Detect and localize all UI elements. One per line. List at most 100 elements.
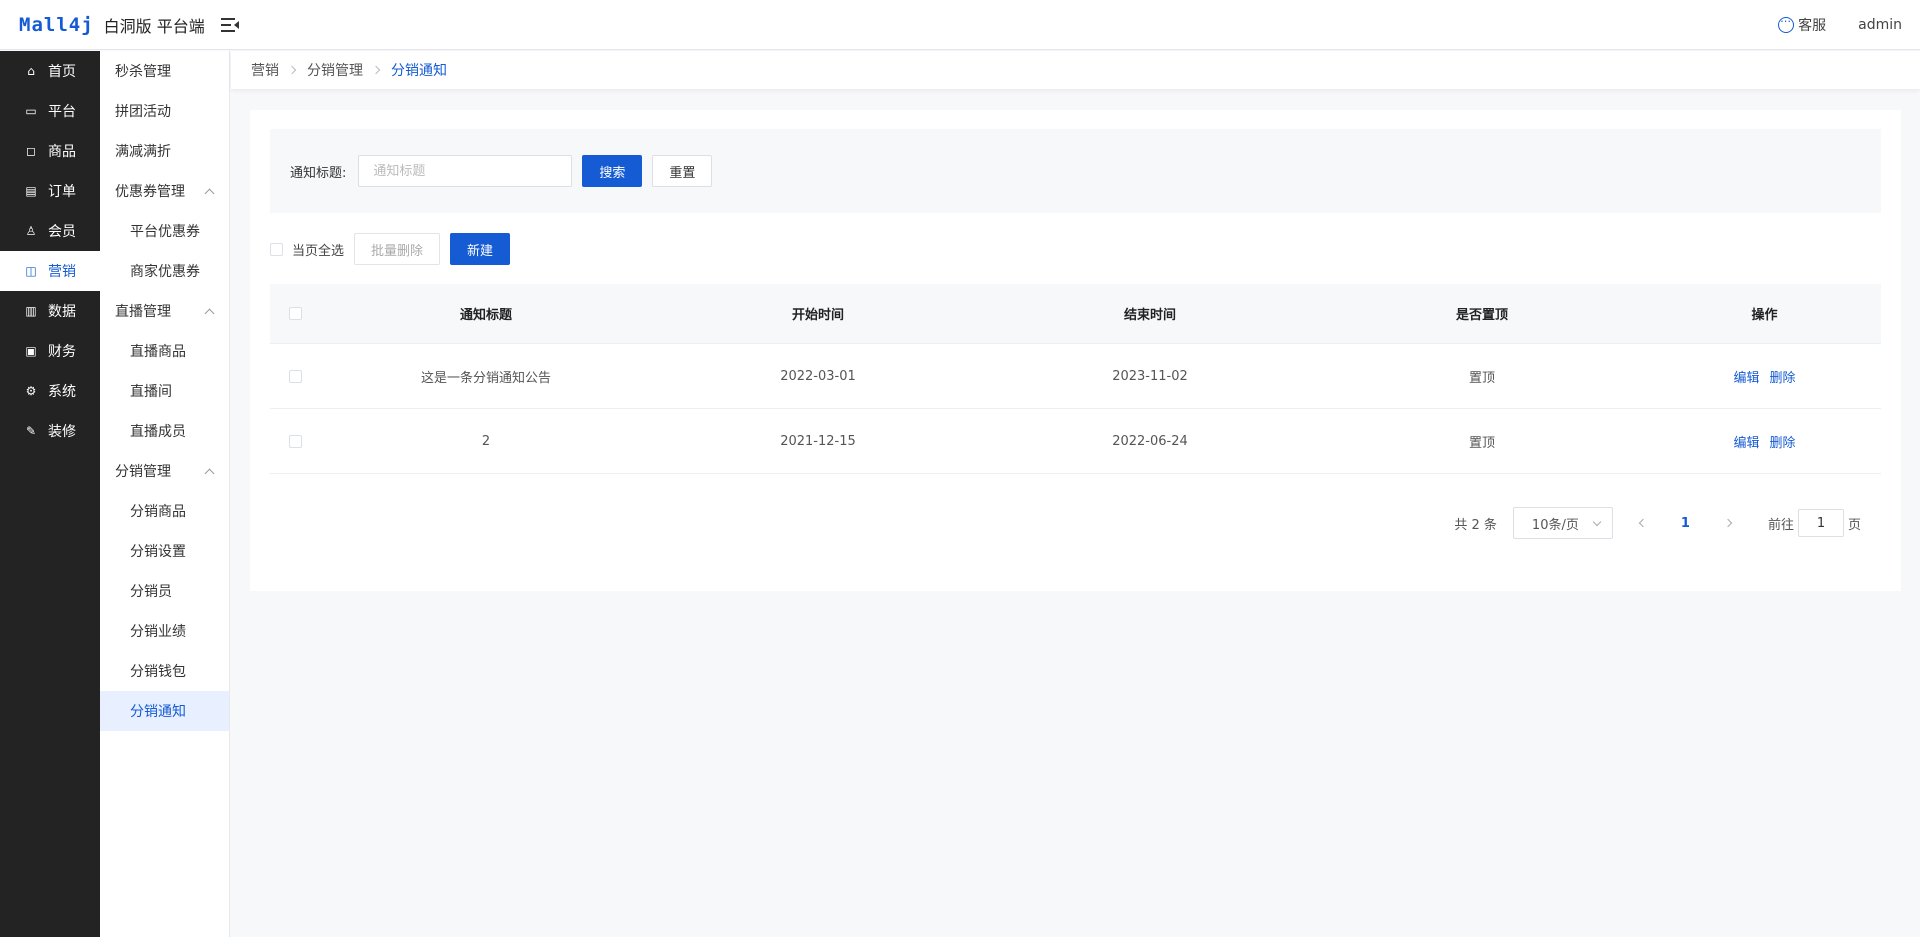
collapse-menu-icon[interactable] [220, 17, 239, 32]
submenu-label: 分销通知 [130, 704, 186, 720]
submenu-group[interactable]: 分销管理 [100, 451, 229, 491]
submenu-item[interactable]: 分销通知 [100, 691, 229, 731]
submenu-item[interactable]: 分销商品 [100, 491, 229, 531]
chevron-up-icon [204, 308, 215, 318]
nav-item-6[interactable]: ▥ 数据 [0, 291, 100, 331]
search-button[interactable]: 搜索 [582, 155, 643, 187]
customer-service-button[interactable]: 客服 [1778, 12, 1826, 35]
reset-button[interactable]: 重置 [652, 155, 713, 187]
nav-item-label: 装修 [48, 424, 76, 440]
cell-start-time: 2021-12-15 [780, 433, 856, 449]
submenu-label: 分销员 [130, 584, 172, 600]
delete-link[interactable]: 删除 [1770, 371, 1796, 386]
filter-bar: 通知标题: 搜索 重置 [270, 129, 1881, 213]
submenu-item[interactable]: 分销钱包 [100, 651, 229, 691]
submenu-label: 直播成员 [130, 424, 186, 440]
table-header: 通知标题 开始时间 结束时间 是否置顶 操作 [270, 284, 1881, 344]
submenu-label: 分销商品 [130, 504, 186, 520]
submenu-label: 平台优惠券 [130, 224, 200, 240]
nav-item-2[interactable]: ◻ 商品 [0, 131, 100, 171]
submenu-group[interactable]: 直播管理 [100, 291, 229, 331]
delete-link[interactable]: 删除 [1770, 436, 1796, 451]
page-number-current[interactable]: 1 [1681, 516, 1690, 531]
chevron-down-icon [1592, 517, 1602, 527]
nav-item-label: 数据 [48, 304, 76, 320]
submenu-item[interactable]: 平台优惠券 [100, 211, 229, 251]
submenu-label: 直播商品 [130, 344, 186, 360]
nav-item-3[interactable]: ▤ 订单 [0, 171, 100, 211]
cell-actions: 编辑 删除 [1648, 367, 1881, 386]
settings-icon: ⚙ [25, 384, 37, 398]
nav-item-7[interactable]: ▣ 财务 [0, 331, 100, 371]
breadcrumb-item-marketing[interactable]: 营销 [251, 60, 279, 80]
app-title: 白洞版 平台端 [103, 16, 205, 36]
row-checkbox[interactable] [288, 369, 302, 383]
cell-end-time: 2023-11-02 [1112, 368, 1188, 384]
submenu-item[interactable]: 分销设置 [100, 531, 229, 571]
chart-icon: ▥ [25, 304, 37, 318]
users-icon: ♙ [25, 224, 37, 238]
submenu-label: 商家优惠券 [130, 264, 200, 280]
submenu-label: 直播管理 [115, 304, 171, 320]
submenu-item[interactable]: 分销员 [100, 571, 229, 611]
secondary-sidebar: 秒杀管理拼团活动满减满折优惠券管理平台优惠券商家优惠券直播管理直播商品直播间直播… [100, 51, 230, 937]
cell-pinned: 置顶 [1468, 435, 1495, 451]
logo[interactable]: Mall4j 白洞版 平台端 [19, 13, 205, 37]
nav-item-9[interactable]: ✎ 装修 [0, 411, 100, 451]
total-count: 共 2 条 [1454, 517, 1497, 533]
select-all-label[interactable]: 当页全选 [292, 240, 344, 259]
table-body: 这是一条分销通知公告 2022-03-01 2023-11-02 置顶 编辑 删除 2 202… [270, 344, 1881, 474]
nav-item-5[interactable]: ◫ 营销 [0, 251, 100, 291]
column-header-title: 通知标题 [459, 308, 512, 323]
batch-delete-button[interactable]: 批量删除 [354, 233, 441, 265]
submenu-item[interactable]: 秒杀管理 [100, 51, 229, 91]
goto-prefix: 前往 [1767, 517, 1794, 533]
nav-item-8[interactable]: ⚙ 系统 [0, 371, 100, 411]
submenu-label: 直播间 [130, 384, 172, 400]
nav-item-label: 商品 [48, 144, 76, 160]
nav-item-1[interactable]: ▭ 平台 [0, 91, 100, 131]
column-header-end: 结束时间 [1123, 308, 1176, 323]
user-menu[interactable]: admin [1858, 17, 1902, 33]
edit-link[interactable]: 编辑 [1733, 436, 1759, 451]
header-right: 客服 admin [1778, 12, 1902, 35]
nav-item-4[interactable]: ♙ 会员 [0, 211, 100, 251]
submenu-label: 分销设置 [130, 544, 186, 560]
submenu-item[interactable]: 商家优惠券 [100, 251, 229, 291]
row-checkbox[interactable] [288, 434, 302, 448]
chevron-up-icon [204, 188, 215, 198]
select-all-checkbox[interactable] [270, 242, 283, 256]
submenu-item[interactable]: 直播成员 [100, 411, 229, 451]
nav-item-0[interactable]: ⌂ 首页 [0, 51, 100, 91]
submenu-label: 优惠券管理 [115, 184, 185, 200]
title-search-input[interactable] [358, 155, 573, 187]
goto-page-input[interactable] [1797, 509, 1844, 537]
cell-start-time: 2022-03-01 [780, 368, 856, 384]
nav-item-label: 财务 [48, 344, 76, 360]
breadcrumb-item-distribution[interactable]: 分销管理 [307, 60, 363, 80]
submenu-label: 秒杀管理 [115, 64, 171, 80]
submenu-group[interactable]: 优惠券管理 [100, 171, 229, 211]
primary-sidebar: ⌂ 首页 ▭ 平台 ◻ 商品 ▤ 订单 ♙ 会员 ◫ 营销 ▥ 数据 ▣ 财务 ⚙ 系统 ✎ 装修 [0, 51, 100, 937]
submenu-item[interactable]: 直播商品 [100, 331, 229, 371]
submenu-label: 满减满折 [115, 144, 171, 160]
submenu-item[interactable]: 直播间 [100, 371, 229, 411]
submenu-item[interactable]: 拼团活动 [100, 91, 229, 131]
new-button[interactable]: 新建 [450, 233, 511, 265]
next-page-button[interactable] [1712, 507, 1744, 539]
submenu-item[interactable]: 满减满折 [100, 131, 229, 171]
gift-icon: ◫ [25, 264, 37, 278]
title-filter-label: 通知标题: [290, 165, 347, 181]
prev-page-button[interactable] [1627, 507, 1659, 539]
nav-item-label: 订单 [48, 184, 76, 200]
chevron-left-icon [1638, 518, 1648, 528]
page-size-select[interactable]: 10条/页 [1512, 507, 1613, 539]
submenu-item[interactable]: 分销业绩 [100, 611, 229, 651]
bag-icon: ◻ [26, 144, 36, 158]
header-checkbox[interactable] [288, 307, 302, 320]
pagination: 共 2 条 10条/页 1 前往 页 [1454, 507, 1861, 539]
breadcrumb-separator-icon [287, 65, 297, 75]
nav-item-label: 营销 [48, 264, 76, 280]
edit-link[interactable]: 编辑 [1733, 371, 1759, 386]
monitor-icon: ▭ [25, 104, 37, 118]
